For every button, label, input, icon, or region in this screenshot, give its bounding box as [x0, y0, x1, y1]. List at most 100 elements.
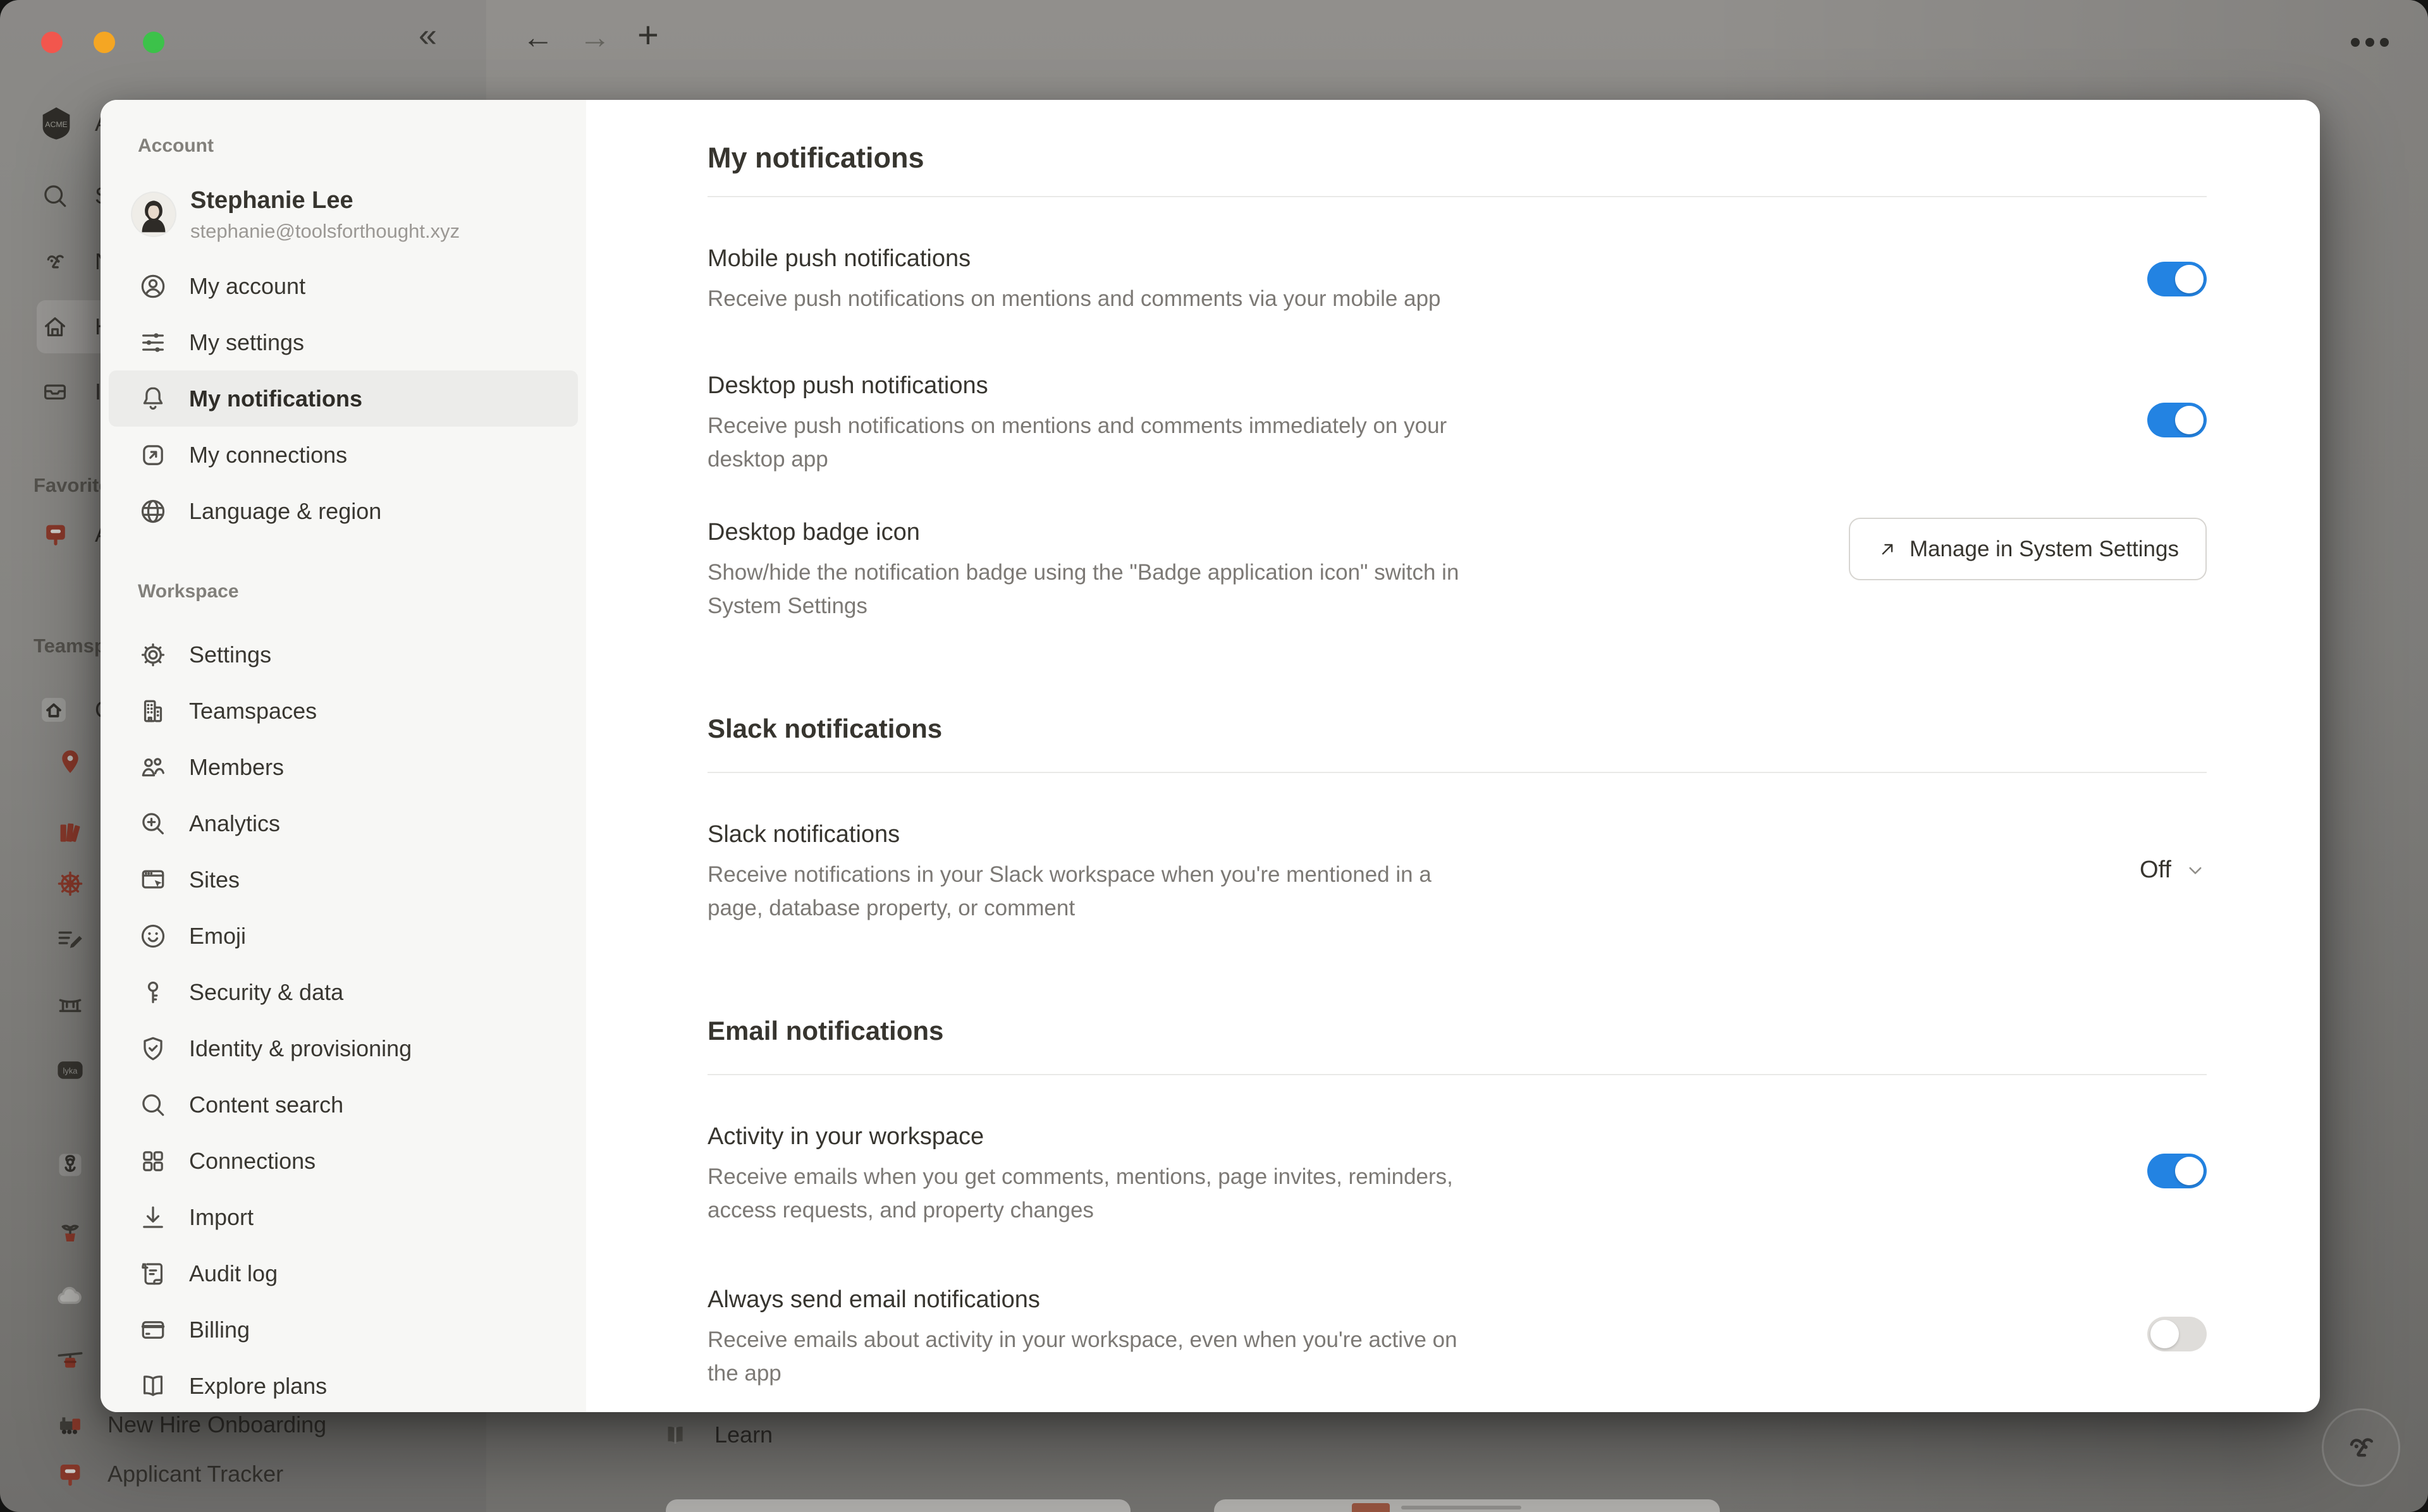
settings-nav-my-settings[interactable]: My settings [109, 314, 578, 370]
settings-nav-connections[interactable]: Connections [109, 1133, 578, 1189]
import-icon [138, 1203, 168, 1232]
settings-nav-label: Content search [189, 1092, 343, 1118]
bg-item-bridge-icon[interactable] [54, 979, 86, 1032]
settings-nav-label: Sites [189, 867, 240, 893]
section-heading: Email notifications [708, 1013, 2207, 1049]
signpost-icon [54, 1458, 86, 1490]
close-button[interactable] [41, 32, 63, 53]
settings-nav-label: My settings [189, 329, 304, 356]
dropdown-value: Off [2140, 857, 2171, 884]
app-window: « ← → + ACMEACMESearchNotion AIHomeInbox… [0, 0, 2428, 1512]
learn-section[interactable]: Learn [661, 1421, 773, 1449]
bg-item-cloud-icon[interactable] [54, 1270, 86, 1323]
user-name: Stephanie Lee [190, 186, 460, 215]
bg-item-plant-icon[interactable] [54, 1205, 86, 1258]
locomotive-icon [54, 1409, 86, 1441]
acme-badge-icon: ACME [36, 103, 77, 143]
setting-description: Receive emails about activity in your wo… [708, 1323, 1457, 1390]
settings-nav-teamspaces[interactable]: Teamspaces [109, 683, 578, 739]
settings-nav-label: Identity & provisioning [189, 1035, 412, 1062]
desktop-push-notifications-toggle[interactable] [2147, 403, 2207, 437]
cloud-icon [54, 1281, 86, 1312]
activity-in-your-workspace-toggle[interactable] [2147, 1154, 2207, 1188]
settings-nav-my-account[interactable]: My account [109, 258, 578, 314]
settings-nav-members[interactable]: Members [109, 739, 578, 795]
avatar [132, 193, 175, 236]
bg-item-wheel-icon[interactable] [54, 857, 86, 910]
settings-nav-label: Language & region [189, 498, 381, 525]
settings-nav-sites[interactable]: Sites [109, 851, 578, 908]
setting-title: Desktop badge icon [708, 516, 1459, 548]
settings-nav-audit-log[interactable]: Audit log [109, 1245, 578, 1302]
settings-nav-label: Security & data [189, 979, 343, 1006]
settings-content: My notifications Mobile push notificatio… [586, 100, 2320, 1412]
always-send-email-notifications-toggle[interactable] [2147, 1317, 2207, 1351]
setting-description: Receive notifications in your Slack work… [708, 858, 1432, 925]
divider [708, 772, 2207, 773]
settings-nav-label: My account [189, 273, 305, 300]
learn-card[interactable] [1214, 1499, 1720, 1512]
bg-item-cablecar-icon[interactable] [54, 1335, 86, 1388]
manage-in-system-settings-button[interactable]: Manage in System Settings [1849, 518, 2207, 580]
settings-nav-settings[interactable]: Settings [109, 626, 578, 683]
setting-description: Show/hide the notification badge using t… [708, 556, 1459, 623]
bg-item-applicant-tracker[interactable]: Applicant Tracker [54, 1448, 283, 1501]
mobile-push-notifications-toggle[interactable] [2147, 262, 2207, 296]
settings-nav-label: Members [189, 754, 284, 781]
bg-item-lyka-icon[interactable]: lyka [54, 1044, 86, 1097]
minimize-button[interactable] [94, 32, 115, 53]
svg-text:ACME: ACME [45, 120, 67, 129]
settings-nav-label: Emoji [189, 923, 246, 949]
toggle-knob [2175, 1157, 2204, 1185]
wheel-icon [54, 868, 86, 899]
setting-title: Slack notifications [708, 819, 1432, 850]
setting-row-slack-notifications: Slack notifications Receive notifications… [708, 819, 2207, 925]
back-icon[interactable]: ← [522, 19, 554, 56]
setting-row-always-send-email-notifications: Always send email notificationsReceive e… [708, 1284, 2207, 1390]
settings-dialog: Account Stephanie Lee stephanie@toolsfor… [101, 100, 2320, 1412]
settings-nav-language-region[interactable]: Language & region [109, 483, 578, 539]
settings-nav-security-data[interactable]: Security & data [109, 964, 578, 1020]
open-book-icon [661, 1421, 689, 1449]
notion-ai-button[interactable] [2322, 1408, 2400, 1487]
account-user[interactable]: Stephanie Lee stephanie@toolsforthought.… [132, 186, 586, 243]
zoom-button[interactable] [143, 32, 164, 53]
user-email: stephanie@toolsforthought.xyz [190, 220, 460, 243]
settings-nav-my-notifications[interactable]: My notifications [109, 370, 578, 427]
forward-icon[interactable]: → [579, 19, 611, 56]
collapse-sidebar-icon[interactable]: « [419, 16, 437, 54]
learn-label: Learn [714, 1422, 773, 1448]
settings-nav-label: Connections [189, 1148, 316, 1174]
settings-nav-label: My notifications [189, 386, 362, 412]
globe-icon [138, 497, 168, 526]
setting-description: Receive push notifications on mentions a… [708, 409, 1447, 476]
setting-row-activity-in-your-workspace: Activity in your workspace Receive emails… [708, 1121, 2207, 1227]
learn-card[interactable] [666, 1499, 1131, 1512]
settings-nav-my-connections[interactable]: My connections [109, 427, 578, 483]
settings-nav-identity-provisioning[interactable]: Identity & provisioning [109, 1020, 578, 1076]
settings-nav-import[interactable]: Import [109, 1189, 578, 1245]
new-tab-icon[interactable]: + [637, 14, 659, 56]
book-icon [138, 1372, 168, 1401]
setting-row-text: Desktop push notificationsReceive push n… [708, 370, 1447, 476]
setting-title: Activity in your workspace [708, 1121, 1453, 1152]
key-icon [138, 978, 168, 1007]
analytics-icon [138, 809, 168, 838]
ai-face-icon [40, 247, 70, 276]
toggle-knob [2175, 265, 2204, 293]
more-options-icon[interactable] [2351, 38, 2389, 47]
setting-description: Receive emails when you get comments, me… [708, 1160, 1453, 1227]
settings-nav-emoji[interactable]: Emoji [109, 908, 578, 964]
bg-item-compose-icon[interactable] [54, 913, 86, 966]
account-items: My account My settings My notifications My … [101, 258, 586, 539]
slack-notifications-dropdown[interactable]: Off [2140, 857, 2207, 884]
setting-row-text: Mobile push notificationsReceive push no… [708, 243, 1441, 315]
settings-nav-content-search[interactable]: Content search [109, 1076, 578, 1133]
inbox-icon [40, 377, 70, 406]
chevron-down-icon [2184, 859, 2207, 882]
settings-nav-analytics[interactable]: Analytics [109, 795, 578, 851]
bg-item-pin-icon[interactable] [54, 735, 86, 788]
settings-nav-explore-plans[interactable]: Explore plans [109, 1358, 578, 1412]
settings-nav-billing[interactable]: Billing [109, 1302, 578, 1358]
bg-item-books-icon[interactable] [54, 806, 86, 859]
